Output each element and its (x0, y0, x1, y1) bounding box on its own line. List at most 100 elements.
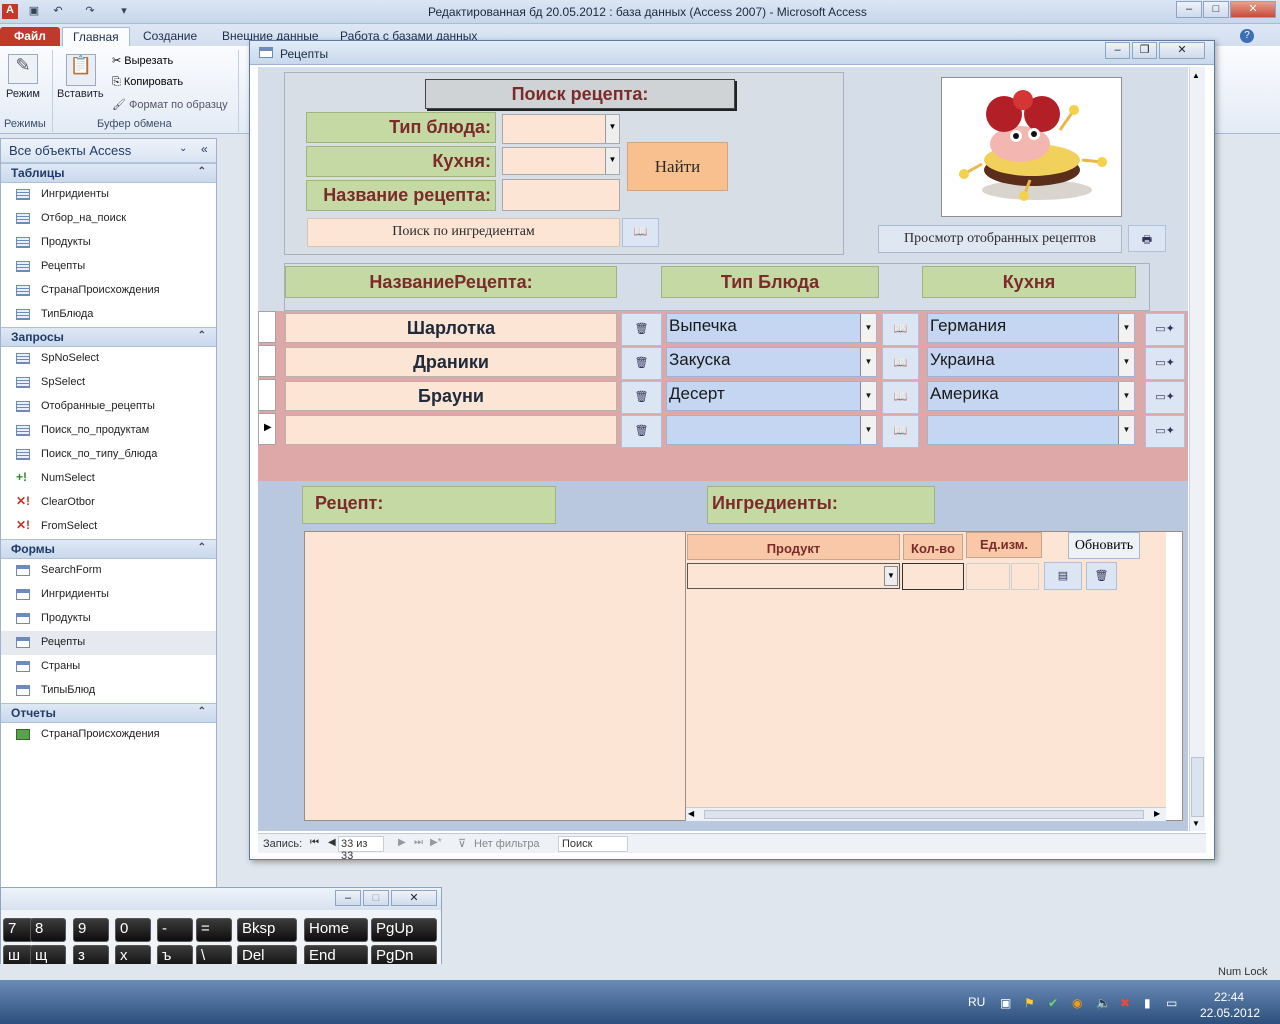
tab-home[interactable]: Главная (62, 27, 130, 46)
add-record-icon[interactable]: ▭✦ (1145, 347, 1185, 380)
nav-item[interactable]: SpNoSelect (1, 347, 216, 371)
key[interactable]: = (196, 918, 232, 942)
book-icon[interactable]: 📖 (882, 347, 919, 380)
cut-button[interactable]: ✂ Вырезать (112, 54, 173, 67)
add-record-icon[interactable]: ▭✦ (1145, 415, 1185, 448)
nav-item[interactable]: Поиск_по_типу_блюда (1, 443, 216, 467)
kb-maximize-button[interactable]: □ (363, 890, 389, 906)
qty-input[interactable] (902, 563, 964, 590)
nav-item[interactable]: СтранаПроисхождения (1, 279, 216, 303)
record-selector[interactable] (258, 311, 276, 343)
scroll-thumb[interactable] (704, 810, 1144, 819)
nav-item[interactable]: Рецепты (1, 631, 216, 655)
paste-icon[interactable]: 📋 (66, 54, 96, 86)
cuisine-cell[interactable]: Украина ▼ (927, 347, 1135, 377)
collapse-pane-icon[interactable]: « (201, 142, 208, 156)
recipe-name-cell[interactable]: Шарлотка (285, 313, 617, 343)
collapse-chevron-icon[interactable]: ⌃ (198, 542, 206, 553)
dish-type-cell[interactable]: Выпечка ▼ (666, 313, 877, 343)
recipe-name-input[interactable] (502, 179, 620, 211)
book-icon[interactable]: 📖 (882, 381, 919, 414)
new-record-icon[interactable]: ▶* (430, 837, 442, 848)
scroll-thumb[interactable] (1191, 757, 1204, 817)
nav-item[interactable]: Рецепты (1, 255, 216, 279)
redo-icon[interactable]: ↷ (82, 4, 98, 19)
dish-type-select[interactable]: ▼ (502, 114, 620, 144)
customize-qat-icon[interactable]: ▾ (116, 4, 132, 19)
nav-item[interactable]: Отобранные_рецепты (1, 395, 216, 419)
trash-icon[interactable]: 🗑 (621, 347, 662, 380)
record-selector[interactable]: ▶ (258, 413, 276, 445)
nav-item[interactable]: Страны (1, 655, 216, 679)
refresh-button[interactable]: Обновить (1068, 532, 1140, 559)
product-select[interactable]: ▼ (687, 563, 900, 589)
dish-type-cell[interactable]: Десерт ▼ (666, 381, 877, 411)
tab-create[interactable]: Создание (133, 27, 207, 46)
scroll-up-icon[interactable]: ▲ (1192, 71, 1200, 80)
printer-icon[interactable]: 🖶 (1128, 225, 1166, 252)
first-record-icon[interactable]: ⏮ (310, 837, 319, 848)
chevron-down-icon[interactable]: ▼ (1118, 416, 1134, 444)
view-selected-recipes-button[interactable]: Просмотр отобранных рецептов (878, 225, 1122, 253)
minimize-button[interactable]: – (1176, 1, 1202, 18)
form-vscrollbar[interactable]: ▲ ▼ (1189, 67, 1205, 831)
key[interactable]: PgUp (371, 918, 437, 942)
view-icon[interactable]: ✎ (8, 54, 38, 84)
language-indicator[interactable]: RU (968, 995, 985, 1009)
nav-section-3[interactable]: Отчеты ⌃ (1, 703, 216, 723)
trash-icon[interactable]: 🗑 (621, 381, 662, 414)
format-painter-button[interactable]: 🖌 Формат по образцу (112, 98, 228, 111)
nav-section-2[interactable]: Формы ⌃ (1, 539, 216, 559)
nav-section-0[interactable]: Таблицы ⌃ (1, 163, 216, 183)
recipe-name-cell[interactable]: Драники (285, 347, 617, 377)
chevron-down-icon[interactable]: ▼ (860, 314, 876, 342)
book-icon[interactable]: 📖 (882, 313, 919, 346)
maximize-button[interactable]: □ (1203, 1, 1229, 18)
recipe-text-area[interactable] (304, 531, 686, 821)
save-icon[interactable]: ▣ (26, 4, 42, 19)
find-button[interactable]: Найти (627, 142, 728, 191)
nav-item[interactable]: Поиск_по_продуктам (1, 419, 216, 443)
cuisine-cell[interactable]: Америка ▼ (927, 381, 1135, 411)
form-close-button[interactable]: ✕ (1159, 42, 1205, 59)
volume-icon[interactable]: 🔈 (1096, 996, 1111, 1010)
nav-section-1[interactable]: Запросы ⌃ (1, 327, 216, 347)
chevron-down-icon[interactable]: ▼ (605, 148, 619, 174)
scroll-right-icon[interactable]: ▶ (1154, 809, 1160, 818)
recipe-name-cell[interactable]: Брауни (285, 381, 617, 411)
recipe-name-cell[interactable] (285, 415, 617, 445)
tray-browser-icon[interactable]: ◉ (1072, 996, 1082, 1010)
unit-input[interactable] (966, 563, 1010, 590)
nav-header[interactable]: Все объекты Access ⌄ « (1, 139, 216, 163)
next-record-icon[interactable]: ▶ (398, 837, 406, 848)
form-minimize-button[interactable]: – (1105, 42, 1130, 59)
clock-date[interactable]: 22.05.2012 (1200, 1006, 1260, 1020)
unit-input-extra[interactable] (1011, 563, 1039, 590)
record-selector[interactable] (258, 379, 276, 411)
chevron-down-icon[interactable]: ▼ (1118, 348, 1134, 376)
trash-icon[interactable]: 🗑 (1086, 562, 1117, 590)
nav-item[interactable]: Продукты (1, 607, 216, 631)
tray-battery-icon[interactable]: ▮ (1144, 996, 1151, 1010)
chevron-down-icon[interactable]: ⌄ (179, 143, 187, 154)
cuisine-cell[interactable]: Германия ▼ (927, 313, 1135, 343)
key[interactable]: - (157, 918, 193, 942)
nav-item[interactable]: ТипыБлюд (1, 679, 216, 703)
close-button[interactable]: ✕ (1230, 1, 1276, 18)
help-icon[interactable]: ? (1240, 29, 1254, 43)
book-icon[interactable]: 📖 (882, 415, 919, 448)
chevron-down-icon[interactable]: ▼ (605, 115, 619, 143)
nav-item[interactable]: SearchForm (1, 559, 216, 583)
collapse-chevron-icon[interactable]: ⌃ (198, 706, 206, 717)
copy-button[interactable]: ⎘ Копировать (112, 76, 183, 89)
collapse-chevron-icon[interactable]: ⌃ (198, 330, 206, 341)
record-search-input[interactable]: Поиск (558, 836, 628, 852)
cuisine-cell[interactable]: ▼ (927, 415, 1135, 445)
nav-item[interactable]: Ингридиенты (1, 183, 216, 207)
chevron-down-icon[interactable]: ▼ (860, 416, 876, 444)
tray-monitor-icon[interactable]: ▭ (1166, 996, 1177, 1010)
key[interactable]: 0 (115, 918, 151, 942)
chevron-down-icon[interactable]: ▼ (860, 382, 876, 410)
tab-file[interactable]: Файл (0, 27, 60, 46)
no-filter-label[interactable]: Нет фильтра (474, 838, 540, 850)
